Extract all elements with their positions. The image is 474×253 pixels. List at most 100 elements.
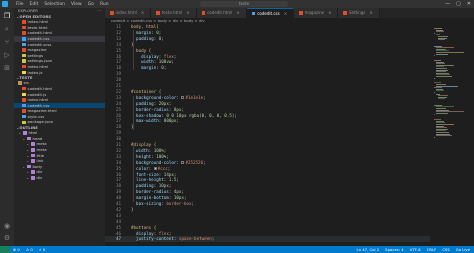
code-line: 17 width: 100vw; (105, 59, 430, 65)
close-icon[interactable]: × (141, 8, 144, 18)
tab-index-html[interactable]: index.html × (105, 8, 152, 18)
remote-indicator-icon[interactable] (0, 246, 10, 253)
code-line: 39 border-radius: 4px; (105, 189, 430, 195)
line-number: 44 (115, 218, 121, 224)
status-item[interactable]: ⊗ 0 (13, 247, 20, 252)
code-line: 24 padding: 20px; (105, 101, 430, 107)
code-text: body, html{ (131, 24, 159, 29)
code-line: 31 #display { (105, 142, 430, 148)
source-control-icon[interactable]: ⑂ (3, 38, 11, 46)
status-item[interactable]: Ln 47, Col 2 (357, 247, 380, 252)
menu-item-view[interactable]: View (71, 2, 82, 7)
close-icon[interactable]: × (236, 8, 239, 18)
js-file-icon (22, 92, 26, 97)
html-file-icon (22, 48, 26, 52)
outline-item[interactable]: ⌄ div (14, 175, 105, 181)
maximize-icon[interactable]: ▢ (456, 1, 461, 7)
line-number: 17 (115, 59, 121, 65)
close-icon[interactable]: ✕ (467, 1, 471, 7)
file-type-icon (110, 11, 114, 15)
tab-label: Settings (348, 10, 366, 15)
code-line: 20 (105, 77, 430, 83)
line-number: 38 (115, 183, 121, 189)
tab-codedit-html[interactable]: codedit.html × (196, 8, 247, 18)
minimap[interactable] (430, 24, 474, 246)
code-line: 26 box-shadow: 0 0 10px rgba(0, 0, 0, 0.… (105, 113, 430, 119)
chevron-down-icon: ⌄ (22, 163, 26, 169)
tab-teste-html[interactable]: teste.html × (151, 8, 197, 18)
menu-item-go[interactable]: Go (88, 2, 94, 7)
code-text: margin: 0; (136, 29, 162, 35)
status-item[interactable]: ⚠ 0 (26, 247, 33, 252)
html-file-icon (22, 86, 26, 91)
code-text: height: 100%; (136, 153, 169, 159)
chevron-down-icon: ⌄ (22, 135, 26, 141)
code-text: line-height: 1.5; (136, 177, 179, 183)
status-item[interactable]: Go Live (456, 247, 470, 252)
tab-codedit-css[interactable]: codedit.css × (246, 8, 295, 19)
code-line: 32 width: 100%; (105, 148, 430, 154)
title-bar: File Edit Selection View Go Run teste — ▢ ✕ (0, 0, 474, 8)
code-editor[interactable]: 11 body, html{12 margin: 0; 13 padding: 0;… (105, 24, 430, 246)
more-actions-icon[interactable]: ··· (97, 8, 101, 14)
close-icon[interactable]: × (186, 8, 189, 18)
close-icon[interactable]: × (328, 8, 331, 18)
symbol-icon (31, 148, 35, 152)
code-text: body { (131, 47, 152, 53)
tab-label: index.html (115, 10, 137, 15)
minimap-line (434, 77, 435, 79)
extensions-icon[interactable]: ⊞ (3, 64, 11, 72)
line-number: 45 (115, 224, 121, 230)
line-number: 25 (115, 106, 121, 112)
status-left: ⊗ 0 ⚠ 0 ⚡ 0 (13, 247, 45, 252)
close-icon[interactable]: × (284, 9, 287, 19)
minimize-icon[interactable]: — (445, 1, 450, 7)
file-type-icon (201, 11, 206, 15)
minimap-line (436, 76, 453, 77)
line-number: 36 (115, 171, 121, 177)
settings-gear-icon[interactable]: ⚙ (3, 234, 11, 242)
symbol-icon (23, 131, 27, 135)
line-number: 20 (115, 77, 121, 83)
code-line: 43 (105, 213, 430, 219)
code-text: width: 100%; (136, 147, 167, 153)
run-debug-icon[interactable]: ▷ (3, 51, 11, 59)
symbol-icon (31, 170, 35, 174)
code-text: box-shadow: 0 0 10px rgba(0, 0, 0, 0.5); (136, 112, 237, 118)
close-icon[interactable]: × (369, 8, 372, 18)
line-number: 32 (115, 147, 121, 153)
menu-item-selection[interactable]: Selection (44, 2, 65, 7)
status-item[interactable]: UTF-8 (410, 247, 421, 252)
status-item[interactable]: Spaces: 4 (385, 247, 403, 252)
symbol-icon (27, 136, 31, 141)
code-line: 33 height: 100%; (105, 154, 430, 160)
tab-settings[interactable]: Settings × (338, 8, 380, 18)
explorer-icon[interactable]: ❐ (3, 12, 11, 20)
css-file-icon (22, 37, 26, 41)
tab-magazine[interactable]: magazine × (294, 8, 339, 18)
line-number: 23 (115, 94, 121, 100)
file-type-icon (343, 11, 347, 15)
menu-item-edit[interactable]: Edit (30, 2, 39, 7)
code-line: 44 (105, 219, 430, 225)
chevron-down-icon: ⌄ (18, 130, 22, 136)
code-line: 18 margin: 0; (105, 65, 430, 71)
menu-item-run[interactable]: Run (100, 2, 109, 7)
code-text: margin: 0; (141, 65, 167, 71)
search-icon[interactable]: ⌕ (3, 25, 11, 33)
chevron-down-icon: ⌄ (26, 158, 30, 164)
menu-item-file[interactable]: File (16, 2, 24, 7)
tab-label: codedit.css (257, 10, 280, 16)
code-line: 35 color: #ccc; (105, 166, 430, 172)
status-item[interactable]: CRLF (427, 247, 437, 252)
minimap-line (434, 55, 435, 57)
account-icon[interactable]: ◉ (3, 222, 11, 230)
command-center-search[interactable]: teste (200, 1, 288, 7)
minimap-line (438, 98, 445, 100)
code-text: padding: 20px; (136, 100, 172, 106)
line-number: 43 (115, 212, 121, 218)
html-file-icon (22, 31, 26, 35)
project-file-list: src codedit.html codedit.js index.html coded… (14, 80, 105, 125)
status-item[interactable]: CSS (442, 247, 449, 252)
status-item[interactable]: ⚡ 0 (39, 247, 45, 252)
